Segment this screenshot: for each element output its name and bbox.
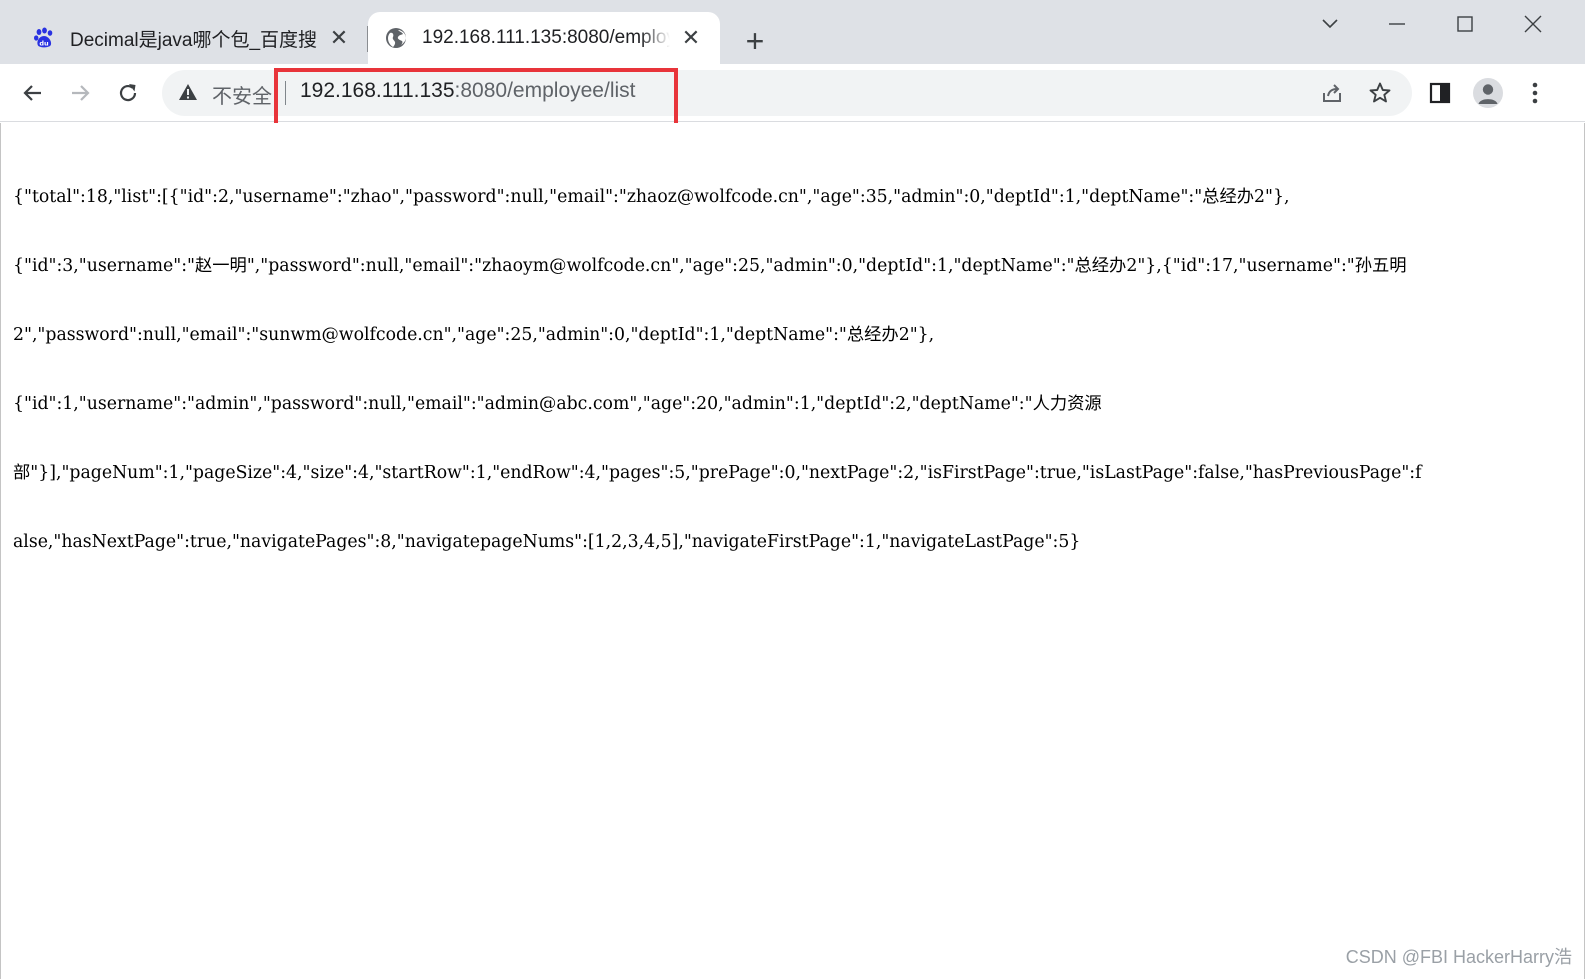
json-line: {"id":1,"username":"admin","password":nu… [13,394,1102,414]
bookmark-star-icon[interactable] [1364,77,1396,109]
forward-arrow-icon[interactable] [60,73,100,113]
json-line: alse,"hasNextPage":true,"navigatePages":… [13,532,1081,552]
maximize-icon[interactable] [1432,0,1498,48]
tab-baidu-search[interactable]: du Decimal是java哪个包_百度搜索 ✕ [16,12,368,64]
tab-title: Decimal是java哪个包_百度搜索 [70,29,318,51]
new-tab-plus-icon[interactable]: + [738,24,772,58]
reload-icon[interactable] [108,73,148,113]
tab-strip: du Decimal是java哪个包_百度搜索 ✕ 192.168.111.13… [0,0,1585,64]
globe-icon [384,26,408,50]
close-tab-icon[interactable]: ✕ [326,25,352,51]
back-arrow-icon[interactable] [13,73,53,113]
svg-text:du: du [39,40,49,48]
json-line: {"total":18,"list":[{"id":2,"username":"… [13,187,1290,207]
tab-title: 192.168.111.135:8080/employee/list [422,27,670,48]
avatar [1473,78,1503,108]
json-response: {"total":18,"list":[{"id":2,"username":"… [13,140,1573,600]
json-line: 2","password":null,"email":"sunwm@wolfco… [13,325,935,345]
close-tab-icon[interactable]: ✕ [678,25,704,51]
browser-toolbar: 不安全 192.168.111.135:8080/employee/list [0,64,1585,122]
minimize-icon[interactable] [1364,0,1430,48]
tab-search-chevron-icon[interactable] [1297,0,1363,48]
profile-avatar-icon[interactable] [1468,73,1508,113]
not-secure-label[interactable]: 不安全 [212,80,272,109]
warning-triangle-icon[interactable] [178,82,200,104]
page-content: {"total":18,"list":[{"id":2,"username":"… [0,123,1585,979]
watermark-text: CSDN @FBI HackerHarry浩 [1345,947,1572,967]
side-panel-icon[interactable] [1420,73,1460,113]
json-line: {"id":3,"username":"赵一明","password":null… [13,256,1407,276]
json-line: 部"}],"pageNum":1,"pageSize":4,"size":4,"… [13,463,1422,483]
baidu-paw-icon: du [32,26,56,50]
menu-kebab-icon[interactable] [1515,73,1555,113]
share-icon[interactable] [1316,77,1348,109]
window-close-icon[interactable] [1500,0,1566,48]
tab-employee-list[interactable]: 192.168.111.135:8080/employee/list ✕ [368,12,720,64]
